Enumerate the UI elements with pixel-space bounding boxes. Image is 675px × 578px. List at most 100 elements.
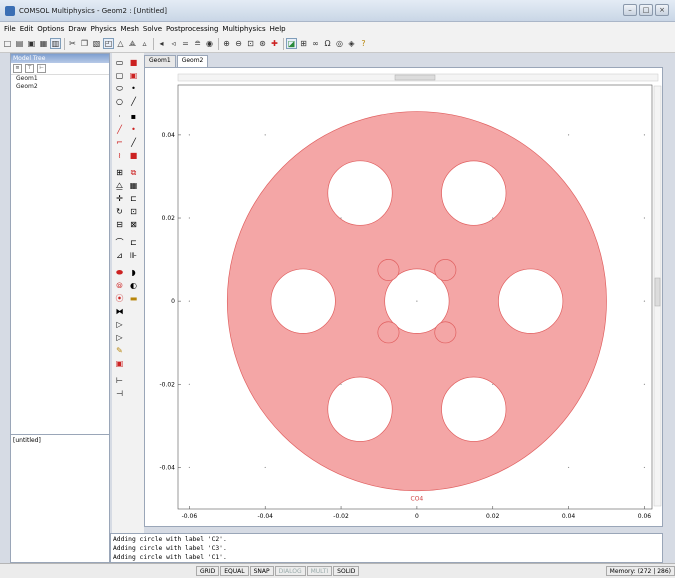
measure-icon[interactable]: ⊢ bbox=[114, 375, 125, 386]
status-solid[interactable]: SOLID bbox=[333, 566, 360, 576]
ellipse-icon[interactable]: ⬭ bbox=[114, 83, 125, 94]
save-icon[interactable]: ▣ bbox=[26, 38, 37, 49]
cut-icon[interactable]: ✂ bbox=[67, 38, 78, 49]
bezier-icon[interactable]: ≀ bbox=[114, 150, 125, 161]
tab-geom1[interactable]: Geom1 bbox=[144, 55, 176, 67]
tree-item-geom2[interactable]: Geom2 bbox=[11, 83, 109, 91]
menu-help[interactable]: Help bbox=[268, 25, 288, 33]
geometry-export-icon[interactable]: ▣ bbox=[114, 358, 125, 369]
line-tool-icon[interactable]: ╱ bbox=[128, 96, 139, 107]
tab-geom2[interactable]: Geom2 bbox=[176, 55, 209, 67]
embed-icon[interactable]: ▬ bbox=[128, 293, 139, 304]
close-icon[interactable]: × bbox=[655, 4, 669, 16]
status-grid[interactable]: GRID bbox=[196, 566, 220, 576]
horizontal-scroll-thumb[interactable] bbox=[394, 74, 436, 81]
menu-draw[interactable]: Draw bbox=[66, 25, 88, 33]
menu-edit[interactable]: Edit bbox=[18, 25, 36, 33]
square-icon[interactable]: ▢ bbox=[114, 70, 125, 81]
mesh-mode-icon[interactable]: ≘ bbox=[192, 38, 203, 49]
status-equal[interactable]: EQUAL bbox=[220, 566, 249, 576]
rectangle-icon[interactable]: ▭ bbox=[114, 57, 125, 68]
zoom-window-icon[interactable]: ⊡ bbox=[245, 38, 256, 49]
tree-detail-icon[interactable]: ⊤ bbox=[25, 64, 34, 73]
solid-object-icon[interactable]: ■ bbox=[128, 150, 139, 161]
scale-icon[interactable]: ⊡ bbox=[128, 206, 139, 217]
difference-icon[interactable]: ⦿ bbox=[114, 293, 125, 304]
tangent-icon[interactable]: ⊿ bbox=[114, 250, 125, 261]
settings-icon[interactable]: ◎ bbox=[334, 38, 345, 49]
chamfer-icon[interactable]: ⊏ bbox=[128, 237, 139, 248]
brush-icon[interactable]: ✎ bbox=[114, 345, 125, 356]
open-file-icon[interactable]: ▤ bbox=[14, 38, 25, 49]
zoom-selected-icon[interactable]: ⊛ bbox=[257, 38, 268, 49]
polyline-icon[interactable]: ⌐ bbox=[114, 137, 125, 148]
status-dialog[interactable]: DIALOG bbox=[274, 566, 306, 576]
cube-icon[interactable]: ▣ bbox=[128, 70, 139, 81]
line-icon[interactable]: ╱ bbox=[114, 124, 125, 135]
boundary-mode-icon[interactable]: ⟁ bbox=[127, 38, 138, 49]
paste-icon[interactable]: ▧ bbox=[91, 38, 102, 49]
geometry-mode-icon[interactable]: ◪ bbox=[286, 38, 297, 49]
vertical-scroll-thumb[interactable] bbox=[654, 277, 661, 307]
tree-view-icon[interactable]: ≡ bbox=[13, 64, 22, 73]
zoom-in-icon[interactable]: ⊕ bbox=[221, 38, 232, 49]
zoom-out-icon[interactable]: ⊖ bbox=[233, 38, 244, 49]
print-icon[interactable]: ▦ bbox=[38, 38, 49, 49]
draw-mode-icon[interactable]: ◰ bbox=[103, 38, 114, 49]
menu-file[interactable]: File bbox=[2, 25, 18, 33]
rotate-icon[interactable]: ↻ bbox=[114, 206, 125, 217]
split-icon[interactable]: ▦ bbox=[128, 180, 139, 191]
menu-mesh[interactable]: Mesh bbox=[118, 25, 140, 33]
minimize-icon[interactable]: – bbox=[623, 4, 637, 16]
point-icon[interactable]: • bbox=[128, 83, 139, 94]
status-multi[interactable]: MULTI bbox=[306, 566, 333, 576]
dot-icon[interactable]: • bbox=[128, 124, 139, 135]
curve-icon[interactable]: ╱ bbox=[128, 137, 139, 148]
tree-item-geom1[interactable]: Geom1 bbox=[11, 75, 109, 83]
solution-icon[interactable]: ⊞ bbox=[298, 38, 309, 49]
block-icon[interactable]: ■ bbox=[128, 57, 139, 68]
status-snap[interactable]: SNAP bbox=[249, 566, 274, 576]
model-navigator-icon[interactable]: ◈ bbox=[346, 38, 357, 49]
zoom-extents-icon[interactable]: ✚ bbox=[269, 38, 280, 49]
measure-distance-icon[interactable]: ⊣ bbox=[114, 388, 125, 399]
physics-edge-icon[interactable]: ◃ bbox=[168, 38, 179, 49]
align-icon[interactable]: ⊏ bbox=[128, 193, 139, 204]
physics-point-icon[interactable]: ◂ bbox=[156, 38, 167, 49]
union-icon[interactable]: ⬬ bbox=[114, 267, 125, 278]
help-icon[interactable]: ? bbox=[358, 38, 369, 49]
plot-icon[interactable]: ∞ bbox=[310, 38, 321, 49]
compose-icon[interactable]: ⧓ bbox=[114, 306, 125, 317]
copy-object-icon[interactable]: ⧉ bbox=[128, 167, 139, 178]
model-tree-icon[interactable]: ▥ bbox=[50, 38, 61, 49]
geometry-plot[interactable]: -0.06 -0.04 -0.02 0 0.02 0.04 0.06 0.04 0.02 0 -0… bbox=[145, 68, 662, 526]
scalar-variables-icon[interactable]: = bbox=[180, 38, 191, 49]
menu-postprocessing[interactable]: Postprocessing bbox=[164, 25, 220, 33]
intersection-icon[interactable]: ⦾ bbox=[114, 280, 125, 291]
revolve-icon[interactable]: ◐ bbox=[128, 280, 139, 291]
move-icon[interactable]: ✛ bbox=[114, 193, 125, 204]
array-icon[interactable]: ⊞ bbox=[114, 167, 125, 178]
mirror-icon[interactable]: ⧋ bbox=[114, 180, 125, 191]
point-mode-icon[interactable]: △ bbox=[115, 38, 126, 49]
menu-solve[interactable]: Solve bbox=[141, 25, 164, 33]
circle-icon[interactable]: ○ bbox=[114, 96, 125, 107]
solve-icon[interactable]: ◉ bbox=[204, 38, 215, 49]
coerce-icon[interactable]: ⊠ bbox=[128, 219, 139, 230]
subdomain-mode-icon[interactable]: ▵ bbox=[139, 38, 150, 49]
work-plane-icon[interactable]: ⊪ bbox=[128, 250, 139, 261]
menu-options[interactable]: Options bbox=[35, 25, 66, 33]
animate-icon[interactable]: Ω bbox=[322, 38, 333, 49]
point-tool-icon[interactable]: · bbox=[114, 111, 125, 122]
menu-multiphysics[interactable]: Multiphysics bbox=[220, 25, 267, 33]
solid-icon[interactable]: ▪ bbox=[128, 111, 139, 122]
fillet-icon[interactable]: ⌒ bbox=[114, 237, 125, 248]
geometry-canvas[interactable]: -0.06 -0.04 -0.02 0 0.02 0.04 0.06 0.04 0.02 0 -0… bbox=[144, 67, 663, 527]
delete-interior-icon[interactable]: ▷ bbox=[114, 332, 125, 343]
scale-object-icon[interactable]: ⊟ bbox=[114, 219, 125, 230]
menu-physics[interactable]: Physics bbox=[89, 25, 119, 33]
extrude-icon[interactable]: ◗ bbox=[128, 267, 139, 278]
maximize-icon[interactable]: □ bbox=[639, 4, 653, 16]
tree-expand-icon[interactable]: ⊢ bbox=[37, 64, 46, 73]
split-object-icon[interactable]: ▷ bbox=[114, 319, 125, 330]
